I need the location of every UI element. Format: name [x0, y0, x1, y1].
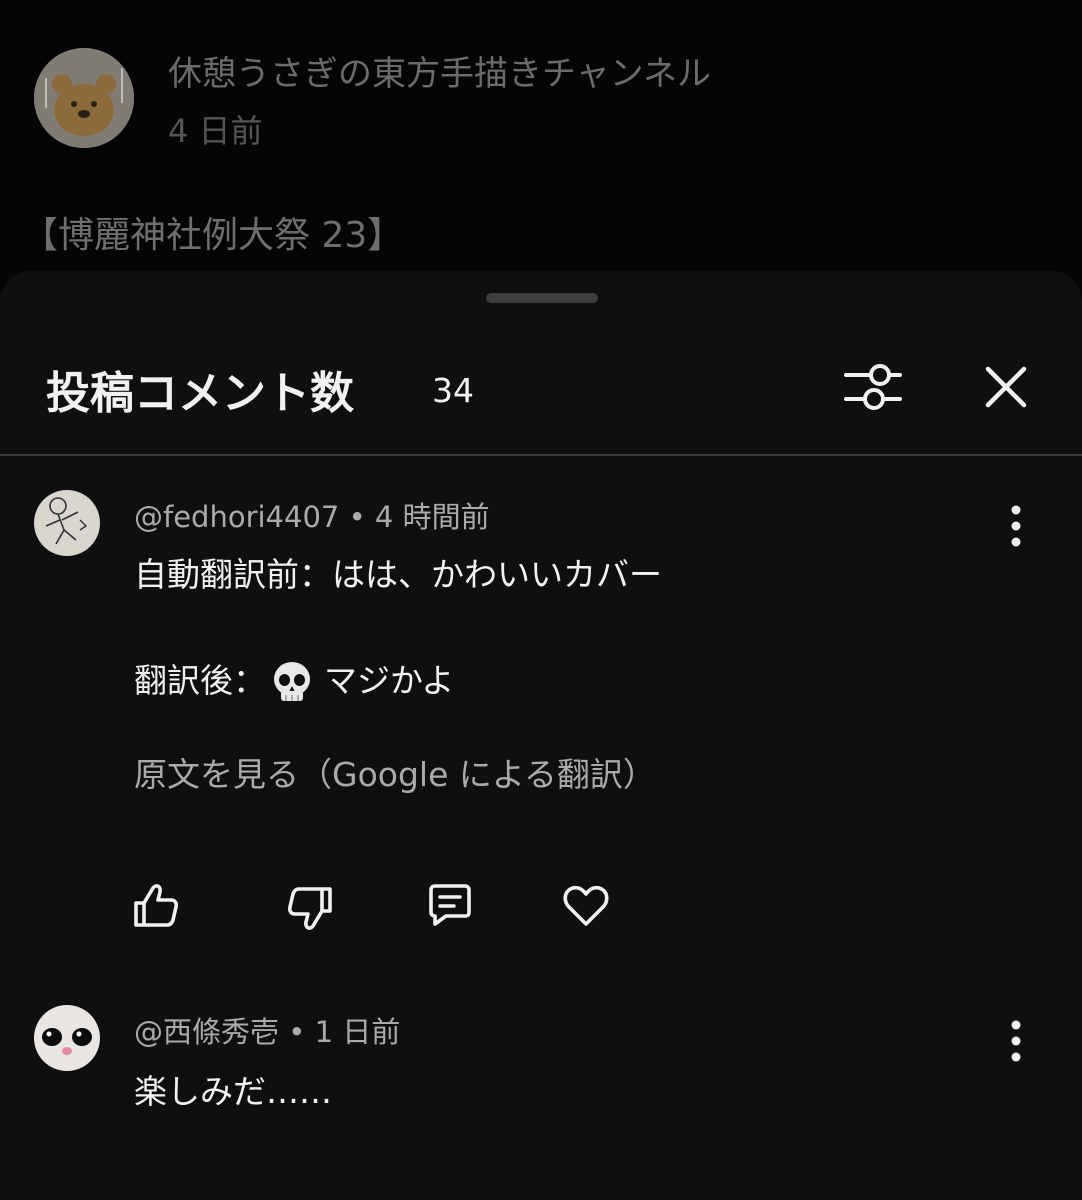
channel-name[interactable]: 休憩うさぎの東方手描きチャンネル [168, 46, 711, 95]
like-button[interactable] [128, 878, 184, 934]
comment-count: 34 [432, 371, 474, 410]
sort-filter-button[interactable] [838, 355, 908, 419]
comments-sheet: 投稿コメント数 34 @fedhori4407 • 4 時間前 自動翻訳前：はは… [0, 271, 1082, 1200]
skull-emoji-icon [274, 661, 310, 701]
sheet-title: 投稿コメント数 [46, 368, 354, 419]
post-time: 4 日前 [168, 112, 263, 150]
sliders-icon [844, 364, 902, 410]
see-original-link[interactable]: 原文を見る（Google による翻訳） [134, 748, 656, 796]
meta-separator: • [288, 1015, 306, 1049]
dislike-button[interactable] [282, 880, 338, 936]
comment-time: 4 時間前 [374, 500, 490, 534]
comment-author[interactable]: @fedhori4407 [134, 500, 339, 534]
comment-author[interactable]: @西條秀壱 [134, 1015, 279, 1049]
reply-icon [429, 884, 471, 926]
more-vertical-icon [1011, 1020, 1021, 1062]
comment-more-button[interactable] [996, 1013, 1036, 1069]
translated-prefix: 翻訳後： [134, 661, 266, 700]
thumbs-down-icon [287, 887, 332, 930]
comment-text: 楽しみだ…… [134, 1072, 332, 1111]
post-title: 【博麗神社例大祭 23】 [22, 215, 404, 256]
thumbs-up-icon [134, 884, 179, 927]
sheet-header: 投稿コメント数 34 [0, 331, 1082, 455]
comment-meta: @fedhori4407 • 4 時間前 [134, 494, 490, 536]
heart-button[interactable] [558, 878, 614, 934]
background-post: 休憩うさぎの東方手描きチャンネル 4 日前 【博麗神社例大祭 23】 [0, 0, 1082, 300]
translated-suffix: マジかよ [324, 661, 455, 700]
drag-handle[interactable] [486, 293, 598, 303]
comment-item: @fedhori4407 • 4 時間前 自動翻訳前：はは、かわいいカバー 翻訳… [0, 486, 1082, 956]
header-divider [0, 454, 1082, 456]
more-vertical-icon [1011, 505, 1021, 547]
comment-item: @西條秀壱 • 1 日前 楽しみだ…… [0, 1001, 1082, 1161]
close-button[interactable] [972, 353, 1040, 421]
comment-text-line: 自動翻訳前：はは、かわいいカバー [134, 555, 662, 594]
comment-more-button[interactable] [996, 498, 1036, 554]
comment-avatar[interactable] [34, 1005, 100, 1071]
heart-icon [563, 885, 609, 926]
screen: 休憩うさぎの東方手描きチャンネル 4 日前 【博麗神社例大祭 23】 投稿コメン… [0, 0, 1082, 1200]
meta-separator: • [348, 500, 366, 534]
reply-button[interactable] [422, 878, 478, 934]
channel-avatar[interactable] [34, 48, 134, 148]
comment-meta: @西條秀壱 • 1 日前 [134, 1009, 400, 1051]
close-icon [985, 366, 1027, 408]
comment-text-line: 翻訳後： マジかよ [134, 654, 454, 706]
comment-avatar[interactable] [34, 490, 100, 556]
comment-time: 1 日前 [314, 1015, 401, 1049]
